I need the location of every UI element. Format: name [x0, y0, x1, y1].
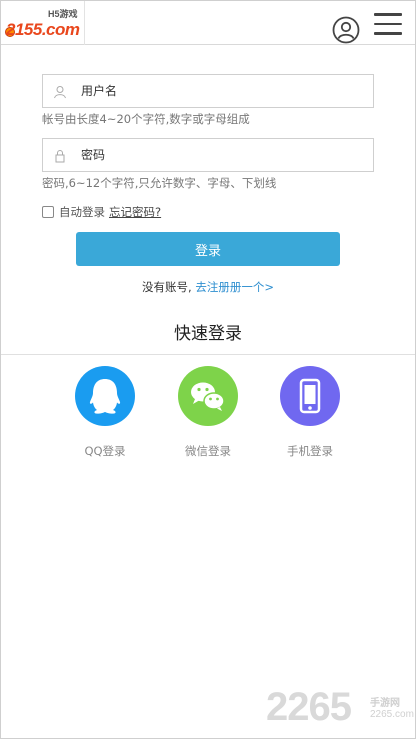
wechat-icon[interactable] [178, 366, 238, 426]
watermark-number: 2265 [266, 685, 352, 729]
username-input[interactable] [81, 80, 361, 102]
logo-subtitle: H5游戏 [48, 9, 78, 19]
quick-login-divider [1, 354, 415, 355]
quick-login-title: 快速登录 [174, 324, 242, 344]
register-link[interactable]: 去注册册一个> [195, 280, 274, 294]
username-hint: 帐号由长度4~20个字符,数字或字母组成 [42, 112, 250, 126]
watermark-url: 2265.com [370, 709, 414, 720]
password-hint: 密码,6~12个字符,只允许数字、字母、下划线 [42, 176, 277, 190]
login-button[interactable]: 登录 [76, 232, 340, 266]
qq-login-label: QQ登录 [84, 444, 126, 458]
phone-icon[interactable] [280, 366, 340, 426]
logo-text: 2155.com [6, 20, 80, 39]
phone-login-option[interactable]: 手机登录 [270, 366, 350, 459]
user-icon [53, 84, 67, 99]
forgot-password-link[interactable]: 忘记密码? [109, 204, 161, 220]
no-account-text: 没有账号, [142, 280, 192, 294]
wechat-login-option[interactable]: 微信登录 [168, 366, 248, 459]
auto-login-checkbox[interactable] [42, 206, 54, 218]
site-logo[interactable]: H5游戏 2155.com [5, 7, 84, 43]
top-header: H5游戏 2155.com [1, 1, 415, 45]
watermark-label: 手游网 [370, 698, 400, 709]
wechat-login-label: 微信登录 [185, 444, 231, 458]
user-circle-icon[interactable] [332, 16, 360, 44]
password-input[interactable] [81, 144, 361, 166]
password-field[interactable] [42, 138, 374, 172]
hamburger-menu-icon[interactable] [374, 13, 402, 35]
qq-icon[interactable] [75, 366, 135, 426]
auto-login-label: 自动登录 [59, 205, 105, 219]
username-field[interactable] [42, 74, 374, 108]
register-line: 没有账号, 去注册册一个> [0, 279, 416, 295]
lock-icon [53, 148, 67, 163]
logo-divider [84, 1, 85, 45]
qq-login-option[interactable]: QQ登录 [65, 366, 145, 459]
remember-row: 自动登录 忘记密码? [42, 204, 161, 220]
phone-login-label: 手机登录 [287, 444, 333, 458]
